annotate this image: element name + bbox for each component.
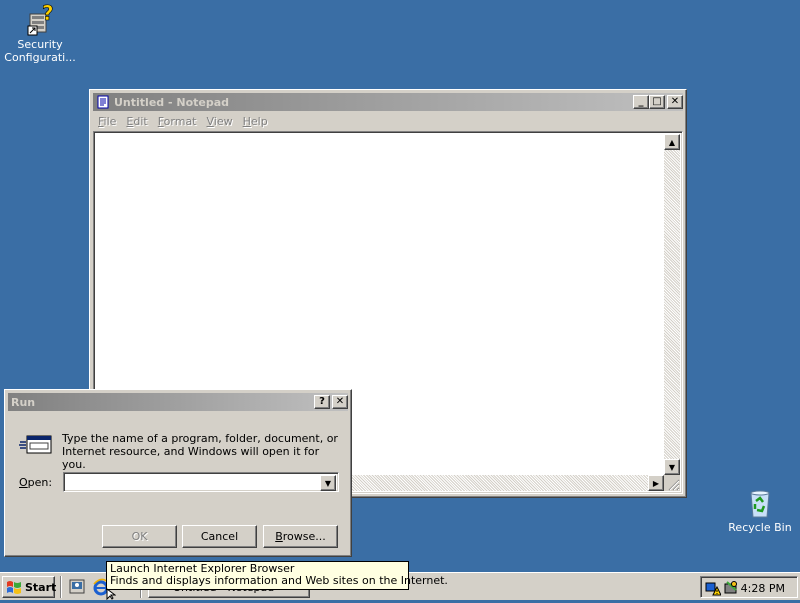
close-button[interactable]: ✕ <box>332 395 348 409</box>
start-button[interactable]: Start <box>2 576 57 598</box>
ok-button[interactable]: OK <box>102 525 177 548</box>
help-button[interactable]: ? <box>314 395 330 409</box>
open-combobox[interactable]: ▼ <box>63 472 339 492</box>
menu-file[interactable]: File <box>93 115 121 128</box>
start-label: Start <box>25 580 57 594</box>
menu-edit[interactable]: Edit <box>121 115 152 128</box>
maximize-icon: □ <box>652 96 662 107</box>
security-config-icon: ? <box>24 1 56 36</box>
help-icon: ? <box>319 396 325 407</box>
close-icon: ✕ <box>670 96 680 107</box>
recycle-bin-icon <box>744 487 776 519</box>
menu-help[interactable]: Help <box>238 115 273 128</box>
security-shield-icon[interactable] <box>723 580 739 596</box>
run-icon <box>19 433 53 457</box>
open-dropdown-button[interactable]: ▼ <box>320 475 336 491</box>
notepad-titlebar[interactable]: Untitled - Notepad _ □ ✕ <box>93 93 683 111</box>
mouse-cursor-icon <box>106 588 117 603</box>
notepad-app-icon <box>96 95 110 109</box>
scroll-up-button[interactable]: ▲ <box>664 134 680 150</box>
run-dialog: Run ? ✕ Type the name of a program, fold… <box>4 389 352 557</box>
minimize-button[interactable]: _ <box>633 95 649 109</box>
scroll-right-button[interactable]: ▶ <box>648 475 664 491</box>
desktop-icon-recycle-bin[interactable]: Recycle Bin <box>722 487 798 534</box>
close-button[interactable]: ✕ <box>667 95 683 109</box>
tooltip-description: Finds and displays information and Web s… <box>110 574 448 587</box>
desktop-icon-security-configuration[interactable]: ? Security Configurati... <box>2 1 78 64</box>
open-input[interactable] <box>66 475 320 489</box>
scroll-up-icon: ▲ <box>668 137 676 147</box>
open-label: Open: <box>19 476 53 489</box>
taskbar-separator <box>60 576 62 598</box>
desktop-icon-label: Recycle Bin <box>728 521 792 534</box>
svg-text:?: ? <box>42 4 54 25</box>
resize-grip-icon[interactable] <box>664 475 680 491</box>
minimize-icon: _ <box>638 96 644 107</box>
scroll-down-button[interactable]: ▼ <box>664 459 680 475</box>
run-description: Type the name of a program, folder, docu… <box>62 432 338 471</box>
close-icon: ✕ <box>335 396 345 407</box>
tooltip: Launch Internet Explorer Browser Finds a… <box>106 561 448 590</box>
notepad-title: Untitled - Notepad <box>114 95 230 109</box>
menu-view[interactable]: View <box>202 115 238 128</box>
scroll-down-icon: ▼ <box>668 462 676 472</box>
windows-logo-icon <box>6 580 22 594</box>
network-warning-icon[interactable] <box>705 580 722 596</box>
browse-button[interactable]: Browse... <box>263 525 338 548</box>
clock[interactable]: 4:28 PM <box>741 582 785 595</box>
vertical-scrollbar[interactable]: ▲ ▼ <box>664 134 680 475</box>
system-tray: 4:28 PM <box>700 576 798 598</box>
scroll-right-icon: ▶ <box>652 478 660 488</box>
run-title: Run <box>11 395 36 409</box>
desktop-icon-label: Security Configurati... <box>4 38 76 64</box>
maximize-button[interactable]: □ <box>649 95 665 109</box>
notepad-menubar: File Edit Format View Help <box>93 112 683 131</box>
menu-format[interactable]: Format <box>153 115 202 128</box>
cancel-button[interactable]: Cancel <box>182 525 257 548</box>
chevron-down-icon: ▼ <box>324 478 332 488</box>
quicklaunch-show-desktop-icon[interactable] <box>68 578 86 596</box>
run-titlebar[interactable]: Run ? ✕ <box>8 393 348 411</box>
